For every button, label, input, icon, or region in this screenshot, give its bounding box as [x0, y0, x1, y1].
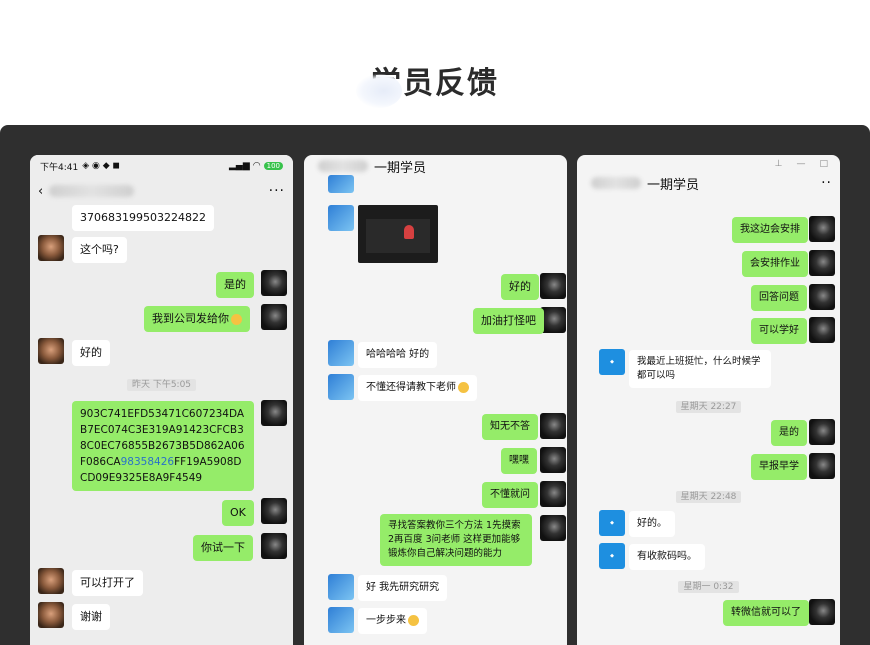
message-in: 好的 [72, 340, 110, 366]
message-out: 加油打怪吧 [473, 308, 544, 334]
message-in: 我最近上班挺忙，什么时候学都可以吗 [629, 350, 771, 388]
battery-icon: 100 [263, 162, 283, 170]
chat-title: 一期学员 [374, 160, 427, 176]
message-out: 好的 [501, 274, 539, 300]
message-out: 早报早学 [751, 454, 807, 480]
contact-avatar [38, 338, 64, 364]
chat-title-blurred [49, 185, 135, 197]
message-id-number: 370683199503224822 [72, 205, 214, 231]
self-avatar [540, 515, 566, 541]
contact-avatar: ◆ [599, 510, 625, 536]
contact-avatar [328, 574, 354, 600]
grin-emoji-icon [458, 381, 469, 393]
self-avatar [261, 270, 287, 296]
message-out: OK [222, 500, 254, 526]
message-out: 我这边会安排 [732, 217, 808, 243]
self-avatar [809, 216, 835, 242]
timestamp: 星期一 0:32 [577, 579, 840, 593]
signal-icon: ▂▄▆ [229, 161, 250, 171]
message-out: 是的 [216, 272, 254, 298]
chat-header: 一期学员 ·· [577, 169, 840, 197]
more-icon[interactable]: ·· [821, 175, 832, 191]
chat-title-blurred [591, 177, 641, 189]
chat-screenshot-desktop-2: ⊥ — □ 一期学员 ·· 我这边会安排 会安排作业 回答问题 可以学好 ◆ 我… [577, 155, 840, 645]
chat-header: 一期学员 [304, 155, 567, 177]
image-slide [366, 219, 430, 253]
chat-screenshot-mobile: 下午4:41 ◈ ◉ ◆ ◼ ▂▄▆ ◠ 100 ‹ ··· 370683199… [30, 155, 293, 645]
message-text: 我到公司发给你 [152, 312, 229, 325]
message-out: 是的 [771, 420, 807, 446]
self-avatar [809, 419, 835, 445]
contact-avatar [328, 374, 354, 400]
question-mark-graphic [404, 225, 414, 239]
status-time: 下午4:41 [40, 162, 79, 173]
contact-avatar: ◆ [599, 543, 625, 569]
message-out: 嘿嘿 [501, 448, 537, 474]
chat-screenshot-desktop-1: 一期学员 好的 加油打怪吧 哈哈哈哈 好的 不懂还得请教下老师 知无不答 嘿嘿 … [304, 155, 567, 645]
self-avatar [809, 317, 835, 343]
title-decoration [356, 74, 402, 108]
message-text: 不懂还得请教下老师 [366, 382, 456, 393]
self-avatar [261, 498, 287, 524]
message-in: 好的。 [629, 511, 675, 537]
message-out: 我到公司发给你 [144, 306, 250, 332]
message-out: 会安排作业 [742, 251, 808, 277]
window-controls: ⊥ — □ [775, 159, 828, 169]
message-out: 知无不答 [482, 414, 538, 440]
chat-header: ‹ ··· [30, 177, 293, 205]
maximize-icon[interactable]: □ [819, 159, 828, 169]
message-in: 好 我先研究研究 [358, 575, 448, 601]
message-in: 有收款码吗。 [629, 544, 705, 570]
contact-avatar [328, 205, 354, 231]
message-in: 这个吗? [72, 237, 127, 263]
pin-icon[interactable]: ⊥ [775, 159, 783, 169]
contact-avatar [38, 602, 64, 628]
status-bar: 下午4:41 ◈ ◉ ◆ ◼ ▂▄▆ ◠ 100 [30, 155, 293, 177]
message-out: 可以学好 [751, 318, 807, 344]
image-message[interactable] [358, 205, 438, 263]
message-in: 不懂还得请教下老师 [358, 375, 477, 401]
contact-avatar [328, 607, 354, 633]
back-icon[interactable]: ‹ [38, 184, 43, 199]
minimize-icon[interactable]: — [796, 159, 805, 169]
notification-icons: ◈ ◉ ◆ ◼ [82, 161, 120, 171]
smile-emoji-icon [231, 313, 242, 325]
message-out: 你试一下 [193, 535, 253, 561]
message-out: 回答问题 [751, 285, 807, 311]
message-in: 可以打开了 [72, 570, 143, 596]
self-avatar [540, 413, 566, 439]
message-out: 不懂就问 [482, 482, 538, 508]
message-out: 寻找答案教你三个方法 1先摸索 2再百度 3问老师 这样更加能够锻炼你自己解决问… [380, 514, 532, 566]
self-avatar [261, 533, 287, 559]
message-in: 谢谢 [72, 604, 110, 630]
contact-avatar [328, 175, 354, 193]
message-in: 哈哈哈哈 好的 [358, 342, 438, 368]
message-out: 转微信就可以了 [723, 600, 809, 626]
more-icon[interactable]: ··· [269, 183, 285, 199]
contact-avatar: ◆ [599, 349, 625, 375]
chat-title: 一期学员 [647, 177, 700, 193]
contact-avatar [38, 568, 64, 594]
smile-emoji-icon [408, 614, 419, 626]
self-avatar [809, 453, 835, 479]
message-in: 一步步来 [358, 608, 427, 634]
wifi-icon: ◠ [252, 161, 261, 171]
self-avatar [540, 273, 566, 299]
contact-avatar [328, 340, 354, 366]
message-key-code: 903C741EFD53471C607234DAB7EC074C3E319A91… [72, 401, 254, 491]
timestamp: 昨天 下午5:05 [30, 377, 293, 391]
self-avatar [540, 447, 566, 473]
self-avatar [261, 400, 287, 426]
self-avatar [809, 250, 835, 276]
chat-title-blurred [318, 160, 368, 172]
page-title: 学员反馈 [371, 66, 499, 101]
message-text: 一步步来 [366, 615, 406, 626]
self-avatar [540, 481, 566, 507]
self-avatar [809, 284, 835, 310]
timestamp: 星期天 22:27 [577, 399, 840, 413]
timestamp: 星期天 22:48 [577, 489, 840, 503]
self-avatar [261, 304, 287, 330]
self-avatar [809, 599, 835, 625]
contact-avatar [38, 235, 64, 261]
